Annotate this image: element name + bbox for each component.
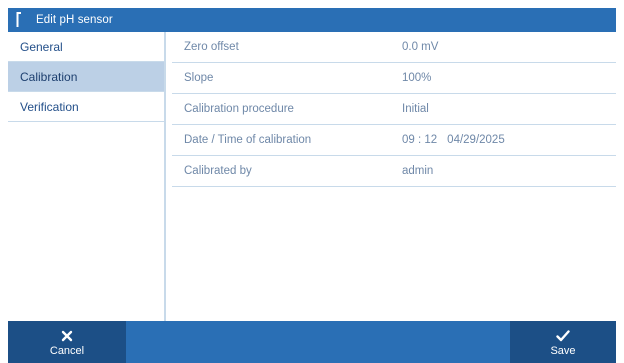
calibration-date: 04/29/2025 [447,134,505,146]
detail-label: Zero offset [184,41,239,53]
save-label: Save [550,345,576,357]
detail-row-calibrated-by: Calibrated by admin [172,156,616,187]
checkmark-icon [556,327,570,345]
detail-label: Calibrated by [184,165,252,177]
detail-row-calibration-datetime: Date / Time of calibration 09 : 12 04/29/… [172,125,616,156]
detail-value: 100% [402,72,432,84]
detail-label: Calibration procedure [184,103,294,115]
detail-value: admin [402,165,434,177]
title-bar: Edit pH sensor [8,8,616,32]
calibration-details: Zero offset 0.0 mV Slope 100% Calibratio… [172,32,616,321]
calibration-time: 09 : 12 [402,134,438,146]
sidebar-item-calibration[interactable]: Calibration [8,62,164,92]
sidebar-item-general[interactable]: General [8,32,164,62]
detail-row-zero-offset: Zero offset 0.0 mV [172,32,616,63]
detail-row-calibration-procedure: Calibration procedure Initial [172,94,616,125]
cancel-label: Cancel [49,345,85,357]
detail-label: Slope [184,72,214,84]
bracket-icon [12,8,26,32]
window-title: Edit pH sensor [36,14,113,26]
footer-bar: Cancel Save [8,321,616,363]
close-icon [61,327,73,345]
sidebar-item-verification[interactable]: Verification [8,92,164,122]
save-button[interactable]: Save [510,321,616,363]
sidebar: General Calibration Verification [8,32,166,321]
detail-label: Date / Time of calibration [184,134,312,146]
detail-value: 09 : 12 04/29/2025 [394,134,515,146]
detail-row-slope: Slope 100% [172,63,616,94]
detail-value: 0.0 mV [402,41,439,53]
cancel-button[interactable]: Cancel [8,321,126,363]
edit-sensor-dialog: Edit pH sensor General Calibration Verif… [8,8,616,363]
detail-value: Initial [402,103,429,115]
